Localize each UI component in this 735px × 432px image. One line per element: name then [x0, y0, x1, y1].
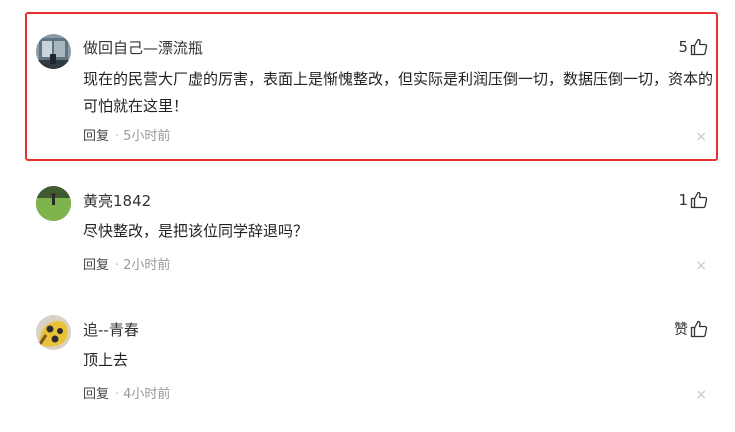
like-button[interactable]: 5 — [678, 36, 708, 58]
thumbs-up-icon — [690, 38, 708, 56]
thumbs-up-icon — [690, 320, 708, 338]
comment-username[interactable]: 黄亮1842 — [83, 191, 151, 211]
comment-meta: 回复 · 2小时前 — [83, 257, 170, 275]
comment-text: 顶上去 — [83, 351, 129, 369]
like-count: 赞 — [674, 322, 688, 338]
reply-button[interactable]: 回复 — [83, 387, 109, 402]
comment-text: 现在的民营大厂虚的厉害，表面上是惭愧整改，但实际是利润压倒一切，数据压倒一切，资… — [83, 70, 714, 115]
thumbs-up-icon — [690, 191, 708, 209]
comment-time: 5小时前 — [123, 129, 171, 144]
like-button[interactable]: 赞 — [674, 318, 708, 340]
meta-separator: · — [115, 129, 120, 144]
comment-meta: 回复 · 4小时前 — [83, 386, 170, 404]
avatar[interactable] — [36, 315, 71, 350]
close-icon[interactable]: × — [695, 258, 707, 274]
close-icon[interactable]: × — [695, 129, 707, 145]
meta-separator: · — [115, 258, 120, 273]
comment-text: 尽快整改，是把该位同学辞退吗？ — [83, 222, 309, 240]
comment-time: 4小时前 — [123, 387, 171, 402]
comment-username[interactable]: 追--青春 — [83, 320, 139, 340]
reply-button[interactable]: 回复 — [83, 258, 109, 273]
comment-time: 2小时前 — [123, 258, 171, 273]
comment-username[interactable]: 做回自己—漂流瓶 — [83, 38, 203, 58]
like-count: 5 — [678, 38, 688, 56]
avatar[interactable] — [36, 186, 71, 221]
avatar[interactable] — [36, 34, 71, 69]
reply-button[interactable]: 回复 — [83, 129, 109, 144]
like-count: 1 — [678, 191, 688, 209]
meta-separator: · — [115, 387, 120, 402]
close-icon[interactable]: × — [695, 387, 707, 403]
comment-meta: 回复 · 5小时前 — [83, 128, 170, 146]
like-button[interactable]: 1 — [678, 189, 708, 211]
